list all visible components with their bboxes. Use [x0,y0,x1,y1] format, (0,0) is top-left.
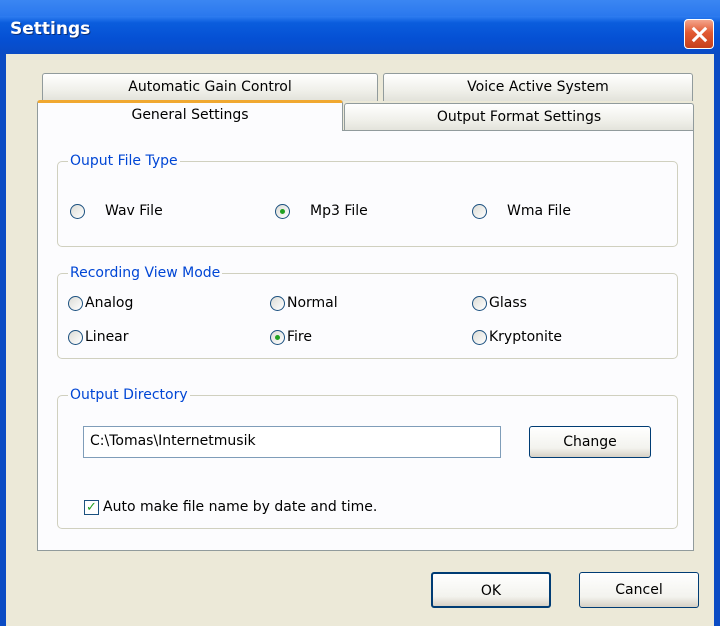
recording-view-mode-group: Recording View Mode Analog Normal Glass … [57,264,678,359]
radio-label: Wma File [507,203,571,219]
close-icon[interactable] [684,19,714,49]
radio-label: Glass [489,295,527,311]
window-border-right [714,54,720,626]
cancel-button[interactable]: Cancel [579,572,699,608]
auto-name-checkbox[interactable]: ✓ [84,500,99,515]
radio-label: Linear [85,329,129,345]
settings-dialog: Settings Automatic Gain Control Voice Ac… [0,0,720,626]
title-bar-top-edge [0,0,720,16]
radio-analog[interactable]: Analog [68,294,133,312]
ok-button[interactable]: OK [431,572,551,608]
radio-wma-file[interactable]: Wma File [472,202,571,220]
radio-button-selected-icon[interactable] [275,203,290,219]
radio-button-icon[interactable] [472,329,487,345]
output-file-type-group: Ouput File Type Wav File Mp3 File Wma Fi… [57,152,678,247]
tab-output-format-settings[interactable]: Output Format Settings [344,103,694,131]
radio-label: Normal [287,295,338,311]
output-directory-group: Output Directory C:\Tomas\Internetmusik … [57,386,678,529]
radio-linear[interactable]: Linear [68,328,129,346]
radio-kryptonite[interactable]: Kryptonite [472,328,562,346]
change-button[interactable]: Change [529,426,651,458]
radio-wav-file[interactable]: Wav File [70,202,163,220]
radio-button-icon[interactable] [472,203,487,219]
radio-button-icon[interactable] [472,295,487,311]
radio-button-icon[interactable] [270,295,285,311]
radio-glass[interactable]: Glass [472,294,527,312]
window-title: Settings [10,19,91,39]
radio-normal[interactable]: Normal [270,294,338,312]
radio-label: Kryptonite [489,329,563,345]
recording-view-mode-legend: Recording View Mode [68,264,223,282]
radio-label: Wav File [105,203,163,219]
radio-fire[interactable]: Fire [270,328,312,346]
title-bar[interactable] [0,16,720,54]
radio-button-selected-icon[interactable] [270,329,285,345]
tab-automatic-gain-control[interactable]: Automatic Gain Control [42,73,378,101]
window-border-left [0,54,6,626]
tab-voice-active-system[interactable]: Voice Active System [383,73,693,101]
output-file-type-legend: Ouput File Type [68,152,180,170]
radio-label: Analog [85,295,134,311]
auto-name-label: Auto make file name by date and time. [103,499,378,515]
radio-label: Mp3 File [310,203,368,219]
output-directory-legend: Output Directory [68,386,190,404]
radio-mp3-file[interactable]: Mp3 File [275,202,368,220]
radio-button-icon[interactable] [70,203,85,219]
radio-button-icon[interactable] [68,329,83,345]
tab-general-settings[interactable]: General Settings [37,100,343,131]
general-settings-panel: Ouput File Type Wav File Mp3 File Wma Fi… [37,130,694,551]
radio-label: Fire [287,329,312,345]
output-directory-input[interactable]: C:\Tomas\Internetmusik [83,426,501,458]
radio-button-icon[interactable] [68,295,83,311]
